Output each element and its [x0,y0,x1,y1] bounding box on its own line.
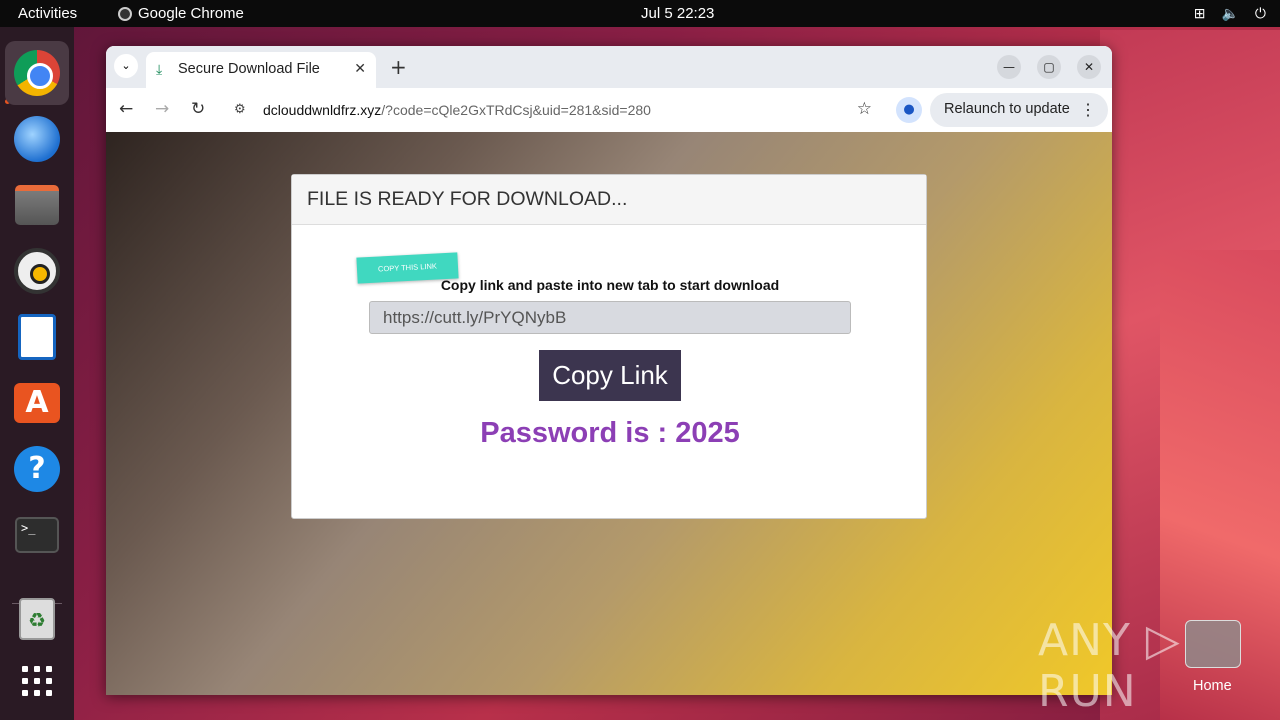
thunderbird-icon [14,116,60,162]
tab-title: Secure Download File [178,61,320,77]
chrome-icon [14,50,60,96]
app-name: Google Chrome [138,5,244,22]
show-apps-icon [22,666,52,696]
maximize-button[interactable]: ▢ [1037,55,1061,79]
tab-search-button[interactable]: ⌄ [114,54,138,78]
power-icon[interactable]: ⏻ [1255,5,1266,22]
home-label[interactable]: Home [1193,678,1232,694]
tab-secure-download[interactable]: ⤓ Secure Download File ✕ [146,52,376,88]
browser-window: ⌄ ⤓ Secure Download File ✕ + — ▢ ✕ ← → ↻… [106,46,1112,695]
new-tab-button[interactable]: + [390,55,407,79]
help-icon: ? [14,446,60,492]
rhythmbox-icon [14,248,60,294]
relaunch-button[interactable]: Relaunch to update ⋮ [930,93,1108,127]
minimize-button[interactable]: — [997,55,1021,79]
menu-kebab-icon[interactable]: ⋮ [1080,100,1096,120]
dock-app-center[interactable]: A [5,371,69,435]
page-viewport: FILE IS READY FOR DOWNLOAD... COPY THIS … [106,132,1112,695]
close-button[interactable]: ✕ [1077,55,1101,79]
chrome-icon [118,6,132,21]
tab-close-icon[interactable]: ✕ [354,60,366,77]
relaunch-label: Relaunch to update [944,101,1070,117]
dock-files[interactable] [5,173,69,237]
copy-link-button[interactable]: Copy Link [539,350,681,401]
system-tray[interactable]: ⊞ 🔈 ⏻ [1194,5,1266,22]
card-header: FILE IS READY FOR DOWNLOAD... [292,175,926,225]
app-menu[interactable]: Google Chrome [118,5,244,22]
anyrun-watermark: ANY ▷ RUN [1038,615,1181,717]
activities-button[interactable]: Activities [18,5,77,22]
volume-icon[interactable]: 🔈 [1221,5,1238,22]
dock: A ? >_ ♻ [0,27,74,720]
show-apps-button[interactable] [5,649,69,713]
tab-bar: ⌄ ⤓ Secure Download File ✕ + — ▢ ✕ [106,46,1112,88]
dock-writer[interactable] [5,305,69,369]
url-text[interactable]: dclouddwnldfrz.xyz/?code=cQle2GxTRdCsj&u… [263,102,651,118]
address-bar[interactable]: ⚙ dclouddwnldfrz.xyz/?code=cQle2GxTRdCsj… [224,93,880,127]
profile-icon[interactable]: ● [896,97,922,123]
reload-icon[interactable]: ↻ [191,99,205,119]
files-icon [15,185,59,225]
dock-terminal[interactable]: >_ [5,503,69,567]
toolbar: ← → ↻ ⚙ dclouddwnldfrz.xyz/?code=cQle2Gx… [106,88,1112,132]
dock-thunderbird[interactable] [5,107,69,171]
dock-chrome[interactable] [5,41,69,105]
forward-icon[interactable]: → [155,99,169,119]
home-folder-icon[interactable] [1185,620,1241,668]
dock-trash[interactable]: ♻ [5,587,69,651]
libreoffice-writer-icon [18,314,56,360]
dock-help[interactable]: ? [5,437,69,501]
url-host: dclouddwnldfrz.xyz [263,102,382,118]
dock-rhythmbox[interactable] [5,239,69,303]
site-info-icon[interactable]: ⚙ [234,101,246,117]
instruction-text: Copy link and paste into new tab to star… [440,277,780,293]
download-card: FILE IS READY FOR DOWNLOAD... COPY THIS … [291,174,927,519]
top-bar: Activities Google Chrome Jul 5 22:23 ⊞ 🔈… [0,0,1280,27]
password-text: Password is : 2025 [480,417,740,449]
url-path: /?code=cQle2GxTRdCsj&uid=281&sid=280 [381,102,651,118]
terminal-icon: >_ [15,517,59,553]
network-icon[interactable]: ⊞ [1194,5,1206,22]
app-center-icon: A [14,383,60,423]
bookmark-star-icon[interactable]: ☆ [857,99,872,119]
trash-icon: ♻ [19,598,55,640]
back-icon[interactable]: ← [119,99,133,119]
download-icon: ⤓ [156,61,163,77]
clock[interactable]: Jul 5 22:23 [641,5,714,22]
link-field[interactable]: https://cutt.ly/PrYQNybB [369,301,851,334]
